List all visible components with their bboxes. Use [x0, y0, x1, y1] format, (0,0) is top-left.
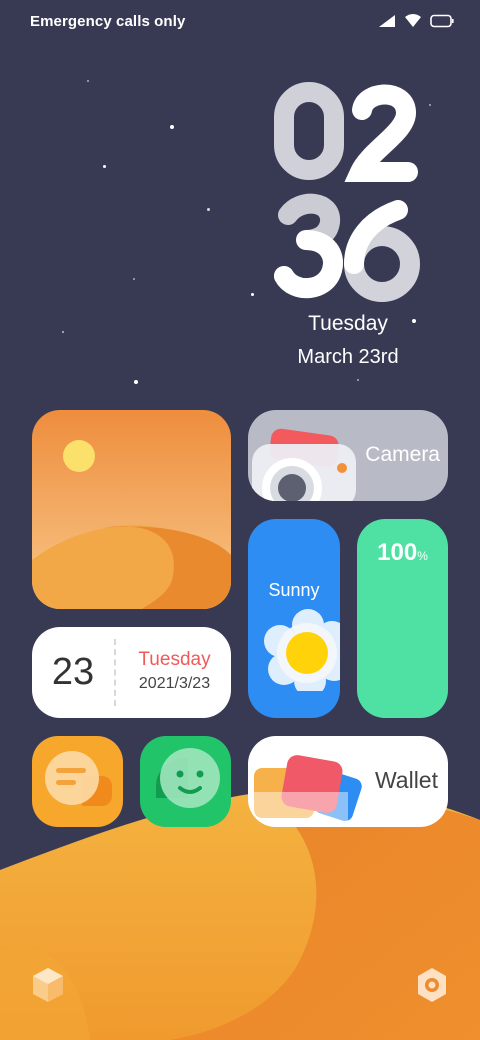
star	[207, 208, 210, 211]
wallet-icon	[248, 755, 362, 827]
messages-app-icon[interactable]	[32, 736, 123, 827]
signal-icon	[379, 15, 395, 27]
weather-widget[interactable]: Sunny	[248, 519, 340, 718]
camera-widget[interactable]: Camera	[248, 410, 448, 501]
desert-sun-photo	[32, 410, 231, 609]
star	[103, 165, 106, 168]
camera-icon	[252, 428, 356, 501]
calendar-day-number: 23	[51, 651, 95, 693]
star	[87, 80, 89, 82]
clock-digits	[274, 82, 420, 302]
settings-gear-icon[interactable]	[414, 966, 450, 1004]
wallet-widget[interactable]: Wallet	[248, 736, 448, 827]
chat-app-icon[interactable]	[140, 736, 231, 827]
status-bar: Emergency calls only	[0, 0, 480, 44]
date-full: March 23rd	[297, 346, 399, 368]
battery-widget[interactable]: 100%	[357, 519, 448, 718]
date-weekday: Tuesday	[308, 312, 388, 335]
camera-label: Camera	[365, 443, 440, 466]
wifi-icon	[405, 14, 421, 27]
star	[170, 125, 174, 129]
star	[133, 278, 135, 280]
battery-percentage: 100%	[377, 539, 428, 566]
wallet-label: Wallet	[374, 767, 438, 793]
weather-label: Sunny	[268, 580, 320, 600]
carrier-status-text: Emergency calls only	[30, 13, 186, 30]
calendar-date: 2021/3/23	[138, 675, 211, 692]
message-bubble-icon	[45, 751, 112, 806]
calendar-widget[interactable]: 23 Tuesday 2021/3/23	[32, 627, 231, 718]
battery-icon	[430, 14, 454, 28]
calendar-weekday: Tuesday	[138, 649, 211, 670]
chat-face-icon	[156, 748, 220, 808]
photo-widget[interactable]	[32, 410, 231, 609]
star	[357, 379, 359, 381]
sun-icon	[264, 609, 340, 691]
cube-icon[interactable]	[30, 966, 66, 1004]
calendar-divider	[114, 639, 116, 706]
star	[251, 293, 254, 296]
star	[62, 331, 64, 333]
star	[134, 380, 138, 384]
